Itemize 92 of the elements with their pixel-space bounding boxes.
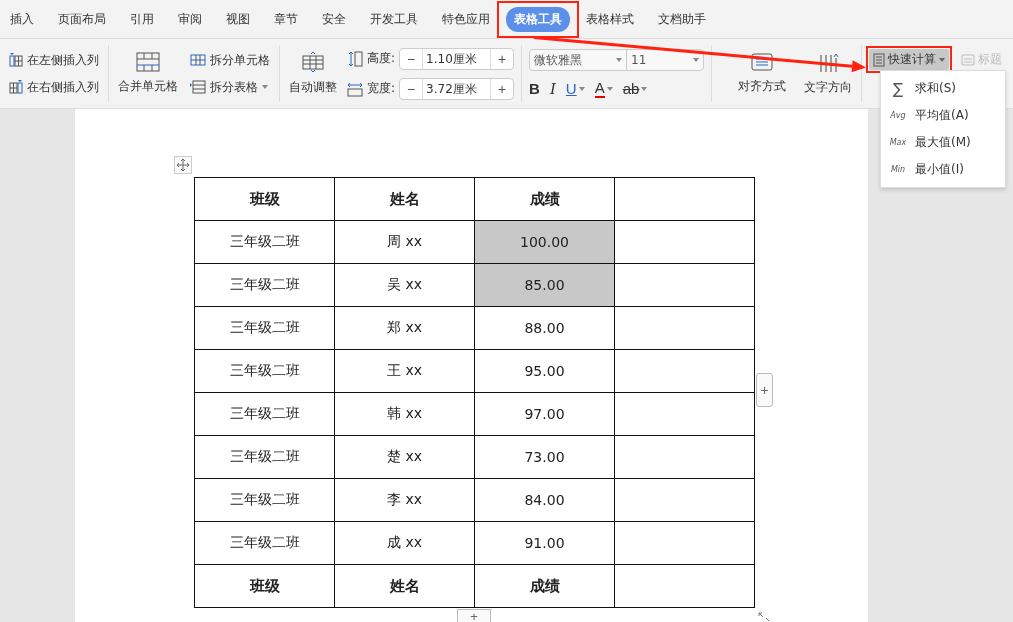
menu-tab[interactable]: 章节 xyxy=(266,6,306,32)
table-cell: 成 xx xyxy=(334,521,475,565)
move-icon xyxy=(175,157,191,173)
increment-button[interactable]: + xyxy=(491,50,514,67)
table-cell: 韩 xx xyxy=(334,392,475,436)
caret-icon xyxy=(939,57,946,62)
column-width-spinner[interactable]: − 3.72厘米 + xyxy=(399,77,515,100)
column-width-label: 宽度: xyxy=(367,80,396,97)
split-table-button[interactable]: 拆分表格 xyxy=(188,77,272,97)
insert-column-left-button[interactable]: 在左侧插入列 xyxy=(7,50,101,70)
table-cell: 三年级二班 xyxy=(194,435,335,479)
align-button[interactable]: 对齐方式 xyxy=(736,52,789,95)
height-icon xyxy=(347,50,363,67)
table-cell: 85.00 xyxy=(474,263,615,307)
color-button[interactable]: A xyxy=(594,79,613,98)
width-icon xyxy=(347,80,363,97)
menu-tab[interactable]: 页面布局 xyxy=(50,6,114,32)
table-cell: 楚 xx xyxy=(334,435,475,479)
table-cell: 100.00 xyxy=(474,220,615,264)
column-header: 班级 xyxy=(194,564,335,608)
table-cell: 三年级二班 xyxy=(194,521,335,565)
column-header: 成绩 xyxy=(474,177,615,221)
menu-tab[interactable]: 审阅 xyxy=(170,6,210,32)
table-cell: 郑 xx xyxy=(334,306,475,350)
column-header: 姓名 xyxy=(334,564,475,608)
table-cell: 李 xx xyxy=(334,478,475,522)
table-cell: 91.00 xyxy=(474,521,615,565)
column-header: 班级 xyxy=(194,177,335,221)
split-cells-button[interactable]: 拆分单元格 xyxy=(188,50,272,70)
insert-column-icon xyxy=(9,80,23,94)
font-name-dropdown[interactable]: 微软雅黑 xyxy=(530,50,628,70)
italic-button[interactable]: I xyxy=(549,79,556,98)
resize-handle-icon[interactable] xyxy=(757,611,771,622)
table-icon xyxy=(136,52,160,72)
menu-tab[interactable]: 表格样式 xyxy=(578,6,642,32)
increment-button[interactable]: + xyxy=(491,80,514,97)
table-icon xyxy=(190,54,206,66)
caret-icon xyxy=(578,86,585,91)
menu-item[interactable]: ∑ 求和(S) xyxy=(881,75,1005,102)
insert-column-right-button[interactable]: 在右侧插入列 xyxy=(7,77,101,97)
caret-icon xyxy=(606,86,613,91)
highlight-button[interactable]: ab xyxy=(622,79,648,98)
calculator-icon xyxy=(873,52,886,67)
menu-tab[interactable]: 引用 xyxy=(122,6,162,32)
table-cell: 84.00 xyxy=(474,478,615,522)
table-cell: 三年级二班 xyxy=(194,392,335,436)
auto-fit-button[interactable]: 自动调整 xyxy=(287,51,339,96)
menu-tab[interactable]: 文档助手 xyxy=(650,6,714,32)
add-column-button[interactable]: + xyxy=(756,373,773,407)
table-cell: 三年级二班 xyxy=(194,478,335,522)
table-cell: 95.00 xyxy=(474,349,615,393)
menu-tab[interactable]: 视图 xyxy=(218,6,258,32)
table-cell: 周 xx xyxy=(334,220,475,264)
table-cell: 97.00 xyxy=(474,392,615,436)
insert-column-icon xyxy=(9,53,23,67)
row-height-spinner[interactable]: − 1.10厘米 + xyxy=(399,47,515,70)
table-move-handle[interactable] xyxy=(174,156,192,174)
decrement-button[interactable]: − xyxy=(400,80,423,97)
menu-item[interactable]: Avg 平均值(A) xyxy=(881,102,1005,129)
caret-icon xyxy=(641,86,648,91)
underline-button[interactable]: U xyxy=(565,79,585,98)
table-cell: 三年级二班 xyxy=(194,220,335,264)
menu-item[interactable]: Max 最大值(M) xyxy=(881,129,1005,156)
bold-button[interactable]: B xyxy=(529,79,540,98)
menu-tab[interactable]: 插入 xyxy=(2,6,42,32)
table-cell: 三年级二班 xyxy=(194,263,335,307)
decrement-button[interactable]: − xyxy=(400,50,423,67)
menu-tab[interactable]: 安全 xyxy=(314,6,354,32)
caret-icon xyxy=(693,58,700,62)
document-icon xyxy=(961,52,976,67)
table-cell: 三年级二班 xyxy=(194,306,335,350)
merge-cells-button[interactable]: 合并单元格 xyxy=(116,52,180,95)
table-cell: 吴 xx xyxy=(334,263,475,307)
caret-icon xyxy=(616,58,623,62)
table-cell: 88.00 xyxy=(474,306,615,350)
table-cell: 三年级二班 xyxy=(194,349,335,393)
menu-tab[interactable]: 特色应用 xyxy=(434,6,498,32)
column-header: 姓名 xyxy=(334,177,475,221)
menu-item[interactable]: Min 最小值(I) xyxy=(881,156,1005,183)
caret-icon xyxy=(262,85,268,89)
text-direction-button[interactable]: 文字方向 xyxy=(802,51,855,96)
table-icon xyxy=(190,80,206,94)
column-header: 成绩 xyxy=(474,564,615,608)
table-cell: 73.00 xyxy=(474,435,615,479)
row-height-label: 高度: xyxy=(367,50,396,67)
table-cell: 王 xx xyxy=(334,349,475,393)
quick-calc-button[interactable]: 快速计算 xyxy=(869,49,950,70)
table-icon xyxy=(301,51,325,73)
menu-tab[interactable]: 开发工具 xyxy=(362,6,426,32)
add-row-button[interactable]: + xyxy=(457,609,491,622)
font-size-dropdown[interactable]: 11 xyxy=(627,50,704,70)
align-icon xyxy=(750,52,775,72)
